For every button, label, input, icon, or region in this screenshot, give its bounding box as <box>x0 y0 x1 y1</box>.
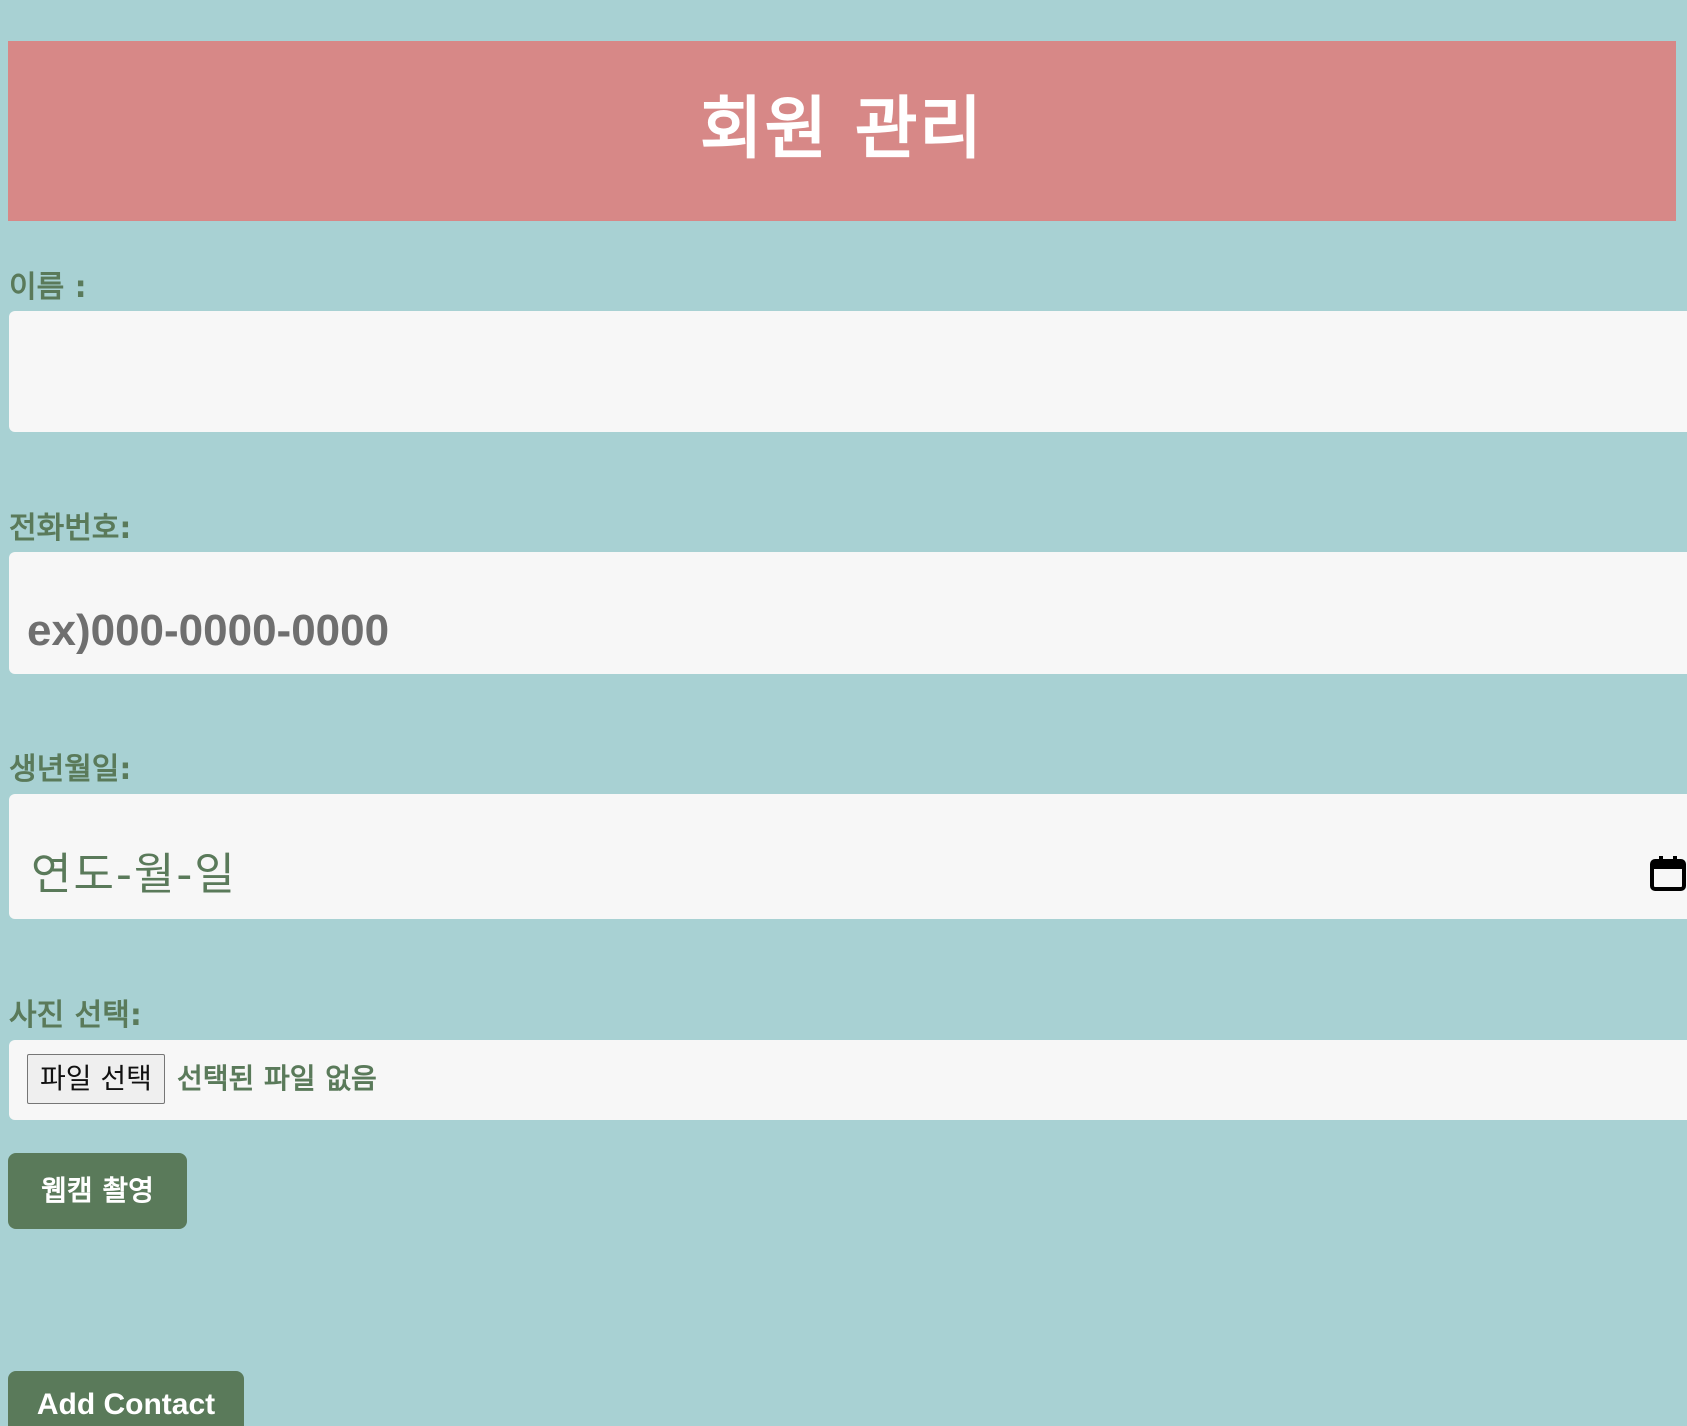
choose-file-button[interactable]: 파일 선택 <box>27 1054 165 1104</box>
birthdate-input-display: 연도-월-일 <box>31 849 237 900</box>
calendar-icon[interactable] <box>1650 855 1686 891</box>
page: 회원 관리 이름 : 전화번호: ex)000-0000-0000 생년월일: … <box>0 0 1687 1426</box>
phone-input-placeholder: ex)000-0000-0000 <box>27 606 390 655</box>
page-header: 회원 관리 <box>8 41 1676 221</box>
phone-label: 전화번호: <box>9 511 132 546</box>
photo-file-input[interactable]: 파일 선택 선택된 파일 없음 <box>9 1040 1687 1120</box>
phone-input[interactable]: ex)000-0000-0000 <box>9 552 1687 674</box>
name-input[interactable] <box>9 311 1687 432</box>
file-status-text: 선택된 파일 없음 <box>177 1062 377 1095</box>
photo-label: 사진 선택: <box>9 998 142 1033</box>
page-title: 회원 관리 <box>700 90 984 169</box>
birthdate-label: 생년월일: <box>9 752 132 787</box>
birthdate-input[interactable]: 연도-월-일 <box>9 794 1687 919</box>
name-label: 이름 : <box>9 270 87 305</box>
webcam-capture-button[interactable]: 웹캠 촬영 <box>8 1153 187 1229</box>
add-contact-button[interactable]: Add Contact <box>8 1371 244 1426</box>
